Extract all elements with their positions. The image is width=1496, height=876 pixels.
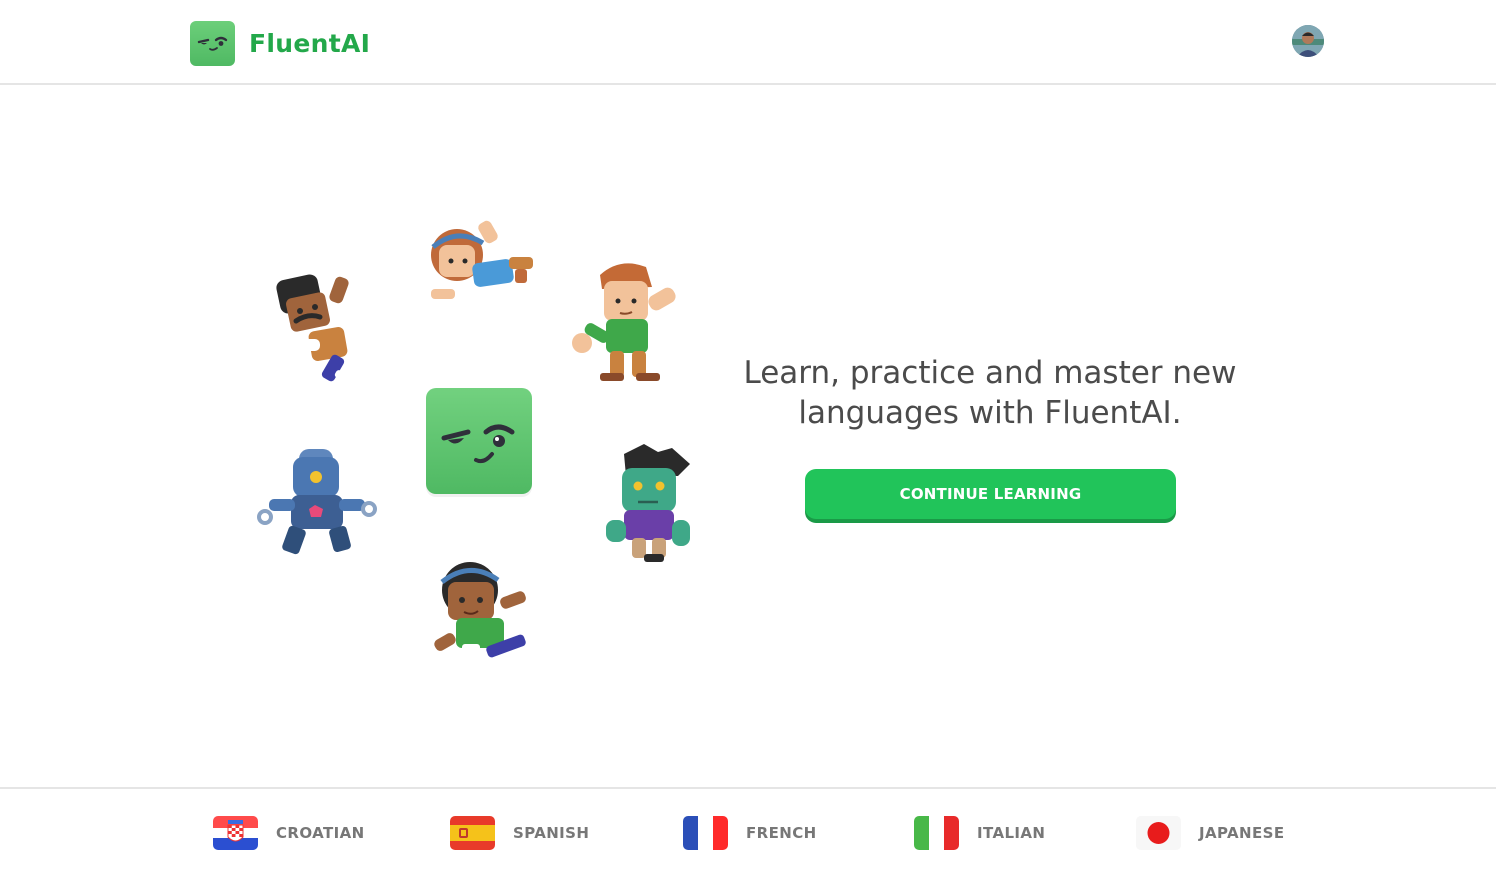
brand-home-link[interactable]: FluentAI: [190, 21, 370, 66]
character-boy-brown-hair-icon: [568, 257, 683, 391]
croatia-flag-icon: [213, 816, 258, 850]
italy-flag-icon: [914, 816, 959, 850]
fluentai-mascot-face-icon: [426, 388, 532, 494]
language-item-french[interactable]: FRENCH: [683, 816, 817, 850]
japan-flag-icon: [1136, 816, 1181, 850]
language-label: FRENCH: [746, 824, 817, 842]
language-label: JAPANESE: [1199, 824, 1285, 842]
user-avatar-icon[interactable]: [1292, 25, 1324, 57]
continue-learning-button[interactable]: CONTINUE LEARNING: [805, 469, 1176, 519]
hero-headline: Learn, practice and master new languages…: [743, 355, 1237, 431]
top-navbar: FluentAI: [0, 0, 1496, 85]
character-girl-headband-icon: [425, 217, 540, 316]
character-man-mustache-icon: [270, 267, 380, 396]
hero-section: Learn, practice and master new languages…: [0, 87, 1496, 787]
character-zombie-icon: [600, 442, 695, 571]
character-girl-green-shirt-icon: [430, 560, 540, 674]
language-footer: CROATIAN SPANISH FRENCH ITALIAN JAPANESE: [0, 787, 1496, 876]
language-label: ITALIAN: [977, 824, 1046, 842]
fluentai-logo-icon: [190, 21, 235, 66]
france-flag-icon: [683, 816, 728, 850]
character-robot-icon: [255, 445, 380, 564]
language-item-japanese[interactable]: JAPANESE: [1136, 816, 1284, 850]
brand-name: FluentAI: [249, 29, 371, 58]
language-item-spanish[interactable]: SPANISH: [450, 816, 589, 850]
language-label: SPANISH: [513, 824, 590, 842]
language-item-italian[interactable]: ITALIAN: [914, 816, 1045, 850]
language-label: CROATIAN: [276, 824, 365, 842]
language-item-croatian[interactable]: CROATIAN: [213, 816, 365, 850]
spain-flag-icon: [450, 816, 495, 850]
